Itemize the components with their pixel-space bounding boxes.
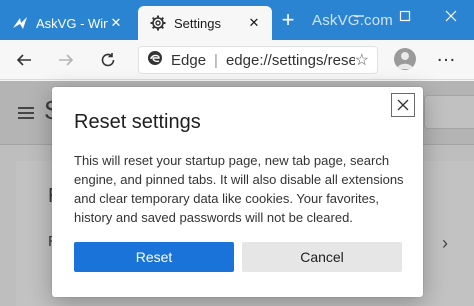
address-bar[interactable]: Edge | edge://settings/reset ☆ [138, 46, 378, 74]
forward-button[interactable] [52, 46, 80, 74]
tab-settings[interactable]: Settings ✕ [138, 6, 272, 40]
star-icon[interactable]: ☆ [355, 50, 369, 70]
gear-icon [150, 15, 166, 31]
new-tab-button[interactable]: + [276, 8, 300, 32]
dialog-body: This will reset your startup page, new t… [74, 153, 404, 225]
close-icon[interactable] [391, 93, 415, 117]
arrow-left-icon [16, 54, 31, 66]
more-options-icon[interactable]: … [432, 45, 460, 72]
person-icon [397, 52, 413, 69]
minimize-icon[interactable] [336, 0, 382, 32]
edge-icon [147, 50, 163, 70]
reset-settings-dialog: Reset settings This will reset your star… [52, 87, 423, 297]
refresh-button[interactable] [94, 46, 122, 74]
tab-strip: AskVG - Wind ✕ Settings ✕ + AskVG.com [0, 0, 474, 40]
back-button[interactable] [10, 46, 38, 74]
tab-askvg[interactable]: AskVG - Wind ✕ [0, 6, 134, 40]
tab-label: AskVG - Wind [36, 15, 108, 31]
tab-label: Settings [174, 15, 221, 31]
reset-button[interactable]: Reset [74, 242, 234, 272]
url-text[interactable]: edge://settings/reset [226, 52, 355, 69]
refresh-icon [101, 53, 115, 67]
navigation-bar: Edge | edge://settings/reset ☆ … [0, 40, 474, 80]
maximize-icon[interactable] [382, 0, 428, 32]
close-tab-icon[interactable]: ✕ [108, 15, 124, 31]
arrow-right-icon [59, 54, 74, 66]
askvg-logo-icon [12, 15, 28, 31]
profile-avatar[interactable] [394, 48, 416, 70]
dialog-title: Reset settings [74, 111, 201, 133]
close-icon[interactable] [428, 0, 474, 32]
site-label: Edge [171, 51, 207, 69]
close-tab-icon[interactable]: ✕ [246, 15, 262, 31]
cancel-button[interactable]: Cancel [242, 242, 402, 272]
separator: | [214, 51, 218, 69]
